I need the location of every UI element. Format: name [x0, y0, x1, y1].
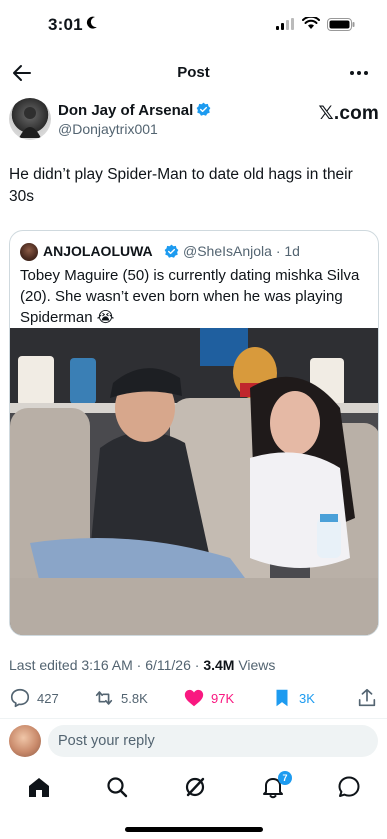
author-handle[interactable]: @Donjaytrix001 — [58, 121, 158, 137]
views-count: 3.4M — [203, 657, 235, 673]
source-label: 𝕏.com — [318, 103, 379, 124]
action-bar: 427 5.8K 97K 3K — [0, 684, 387, 712]
verified-badge-icon — [196, 102, 211, 116]
search-icon[interactable] — [104, 774, 130, 800]
wifi-icon — [302, 17, 320, 29]
reply-button[interactable]: 427 — [9, 684, 59, 712]
edited-timestamp: Last edited 3:16 AM · 6/11/26 · — [9, 657, 204, 673]
moon-icon — [86, 16, 97, 29]
page-title: Post — [177, 64, 210, 81]
repost-count: 5.8K — [121, 690, 148, 706]
repost-icon — [95, 691, 113, 705]
status-bar: 3:01 — [0, 0, 387, 50]
verified-badge-icon — [164, 244, 179, 258]
more-options-icon[interactable] — [349, 65, 369, 81]
bookmark-filled-icon — [276, 689, 288, 707]
grok-icon[interactable] — [182, 774, 208, 800]
bookmark-count: 3K — [299, 690, 315, 706]
user-avatar[interactable] — [9, 725, 41, 757]
quoted-tweet[interactable]: ANJOLAOLUWA @SheIsAnjola · 1d Tobey Magu… — [9, 230, 379, 636]
battery-icon — [327, 18, 355, 31]
reply-composer — [0, 723, 387, 763]
views-label: Views — [234, 657, 276, 673]
avatar-figure-icon — [19, 107, 41, 138]
messages-icon[interactable] — [336, 774, 362, 800]
bookmark-button[interactable]: 3K — [271, 684, 315, 712]
post-author: Don Jay of Arsenal @Donjaytrix001 𝕏.com — [9, 98, 379, 144]
notification-badge: 7 — [278, 771, 292, 785]
share-button[interactable] — [356, 684, 378, 712]
quoted-avatar — [20, 243, 38, 261]
share-icon — [358, 688, 376, 707]
quoted-header: ANJOLAOLUWA @SheIsAnjola · 1d — [20, 242, 370, 262]
status-time: 3:01 — [48, 15, 83, 34]
quoted-photo[interactable] — [10, 328, 379, 636]
heart-filled-icon — [184, 689, 204, 707]
like-button[interactable]: 97K — [183, 684, 234, 712]
reply-count: 427 — [37, 690, 59, 706]
reply-icon — [10, 688, 30, 708]
like-count: 97K — [211, 690, 235, 706]
signal-icon — [276, 18, 294, 30]
home-indicator — [125, 827, 263, 832]
quoted-handle-time: @SheIsAnjola · 1d — [183, 243, 300, 259]
top-nav: Post — [0, 55, 387, 91]
divider — [0, 718, 387, 719]
repost-button[interactable]: 5.8K — [93, 684, 148, 712]
post-meta: Last edited 3:16 AM · 6/11/26 · 3.4M Vie… — [9, 657, 275, 673]
author-name-text: Don Jay of Arsenal — [58, 102, 194, 119]
bottom-tab-bar: 7 — [0, 770, 387, 804]
reply-input[interactable] — [48, 725, 378, 757]
author-name[interactable]: Don Jay of Arsenal — [58, 102, 211, 119]
quoted-text: Tobey Maguire (50) is currently dating m… — [20, 267, 360, 326]
quoted-name: ANJOLAOLUWA — [43, 243, 153, 259]
tweet-text: He didn’t play Spider-Man to date old ha… — [9, 166, 353, 205]
home-icon[interactable] — [26, 774, 52, 800]
author-avatar[interactable] — [9, 98, 51, 140]
